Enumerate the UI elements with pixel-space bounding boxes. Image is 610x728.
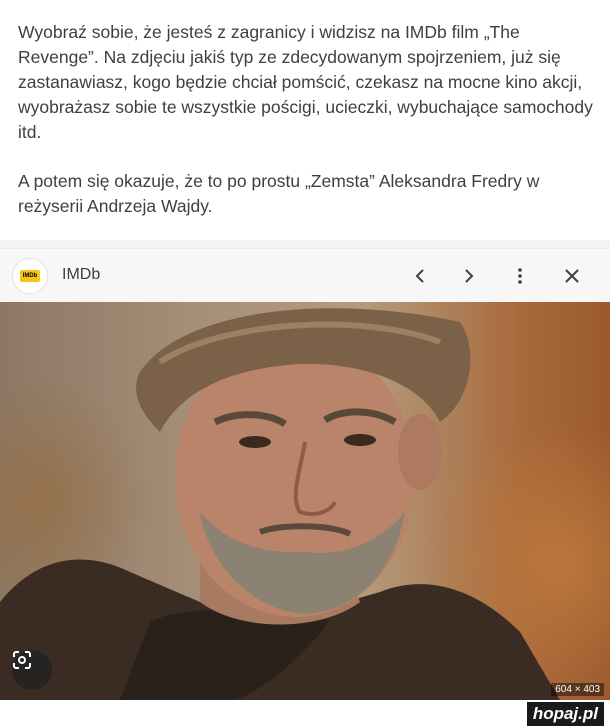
close-icon bbox=[565, 269, 579, 283]
more-options-button[interactable] bbox=[506, 262, 534, 290]
chevron-left-icon bbox=[415, 269, 424, 283]
post-paragraph-2: A potem się okazuje, że to po prostu „Ze… bbox=[18, 171, 540, 216]
next-button[interactable] bbox=[455, 262, 483, 290]
site-watermark: hopaj.pl bbox=[526, 702, 604, 726]
portrait-illustration bbox=[0, 308, 560, 700]
divider bbox=[0, 240, 610, 248]
bottom-strip: hopaj.pl bbox=[0, 700, 610, 728]
google-lens-icon bbox=[13, 651, 31, 669]
imdb-logo: IMDb bbox=[20, 270, 40, 282]
post-paragraph-1: Wyobraź sobie, że jesteś z zagranicy i w… bbox=[18, 22, 593, 142]
more-vert-icon bbox=[518, 268, 522, 284]
close-button[interactable] bbox=[558, 262, 586, 290]
previous-button[interactable] bbox=[406, 262, 434, 290]
source-site-name[interactable]: IMDb bbox=[62, 266, 100, 284]
post-text: Wyobraź sobie, że jesteś z zagranicy i w… bbox=[18, 20, 598, 243]
google-lens-button[interactable] bbox=[12, 650, 52, 690]
image-dimensions: 604 × 403 bbox=[551, 683, 604, 696]
image-viewer-bar: IMDb IMDb bbox=[0, 248, 610, 302]
chevron-right-icon bbox=[465, 269, 474, 283]
movie-still-image[interactable]: 604 × 403 bbox=[0, 302, 610, 700]
imdb-favicon-icon[interactable]: IMDb bbox=[13, 259, 47, 293]
